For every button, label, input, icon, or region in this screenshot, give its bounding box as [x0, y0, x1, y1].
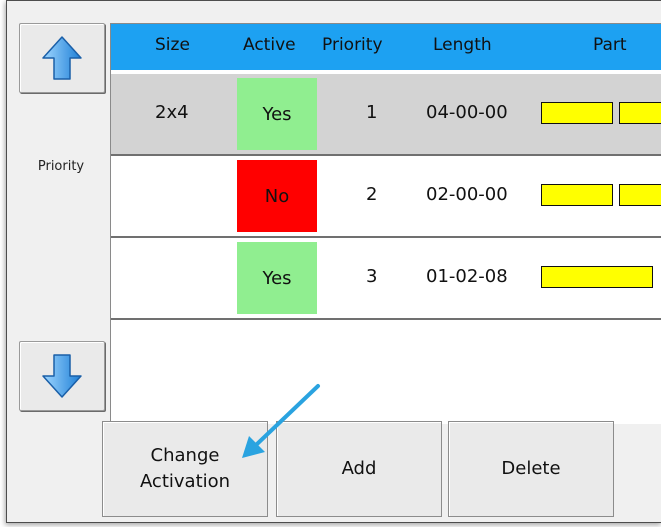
table-header: Size Active Priority Length Part [111, 24, 661, 70]
priority-cell: 3 [366, 266, 378, 287]
priority-table: Size Active Priority Length Part 2x4 Yes… [110, 23, 661, 424]
active-toggle[interactable]: Yes [237, 78, 317, 150]
delete-button[interactable]: Delete [448, 421, 614, 517]
part-bar [619, 102, 661, 124]
part-bar [619, 184, 661, 206]
down-arrow-icon [42, 354, 82, 398]
priority-cell: 2 [366, 184, 378, 205]
length-cell: 04-00-00 [426, 102, 508, 123]
move-down-button[interactable] [19, 341, 105, 411]
column-header-length: Length [433, 35, 492, 55]
length-cell: 01-02-08 [426, 266, 508, 287]
active-toggle[interactable]: No [237, 160, 317, 232]
priority-panel: Priority Size Active Priority Length Par… [6, 0, 661, 523]
length-cell: 02-00-00 [426, 184, 508, 205]
move-up-button[interactable] [19, 23, 105, 93]
column-header-size: Size [155, 35, 190, 55]
priority-label: Priority [37, 159, 85, 174]
part-bar [541, 184, 613, 206]
part-bar [541, 266, 653, 288]
up-arrow-icon [42, 36, 82, 80]
column-header-part: Part [593, 35, 627, 55]
change-activation-button[interactable]: Change Activation [102, 421, 268, 517]
column-header-active: Active [243, 35, 296, 55]
size-cell: 2x4 [155, 102, 189, 123]
active-toggle[interactable]: Yes [237, 242, 317, 314]
priority-cell: 1 [366, 102, 378, 123]
table-row[interactable]: 2x4 Yes 1 04-00-00 [111, 74, 661, 156]
table-row[interactable]: Yes 3 01-02-08 [111, 238, 661, 320]
column-header-priority: Priority [322, 35, 383, 55]
add-button[interactable]: Add [276, 421, 442, 517]
part-bar [541, 102, 613, 124]
table-row[interactable]: No 2 02-00-00 [111, 156, 661, 238]
